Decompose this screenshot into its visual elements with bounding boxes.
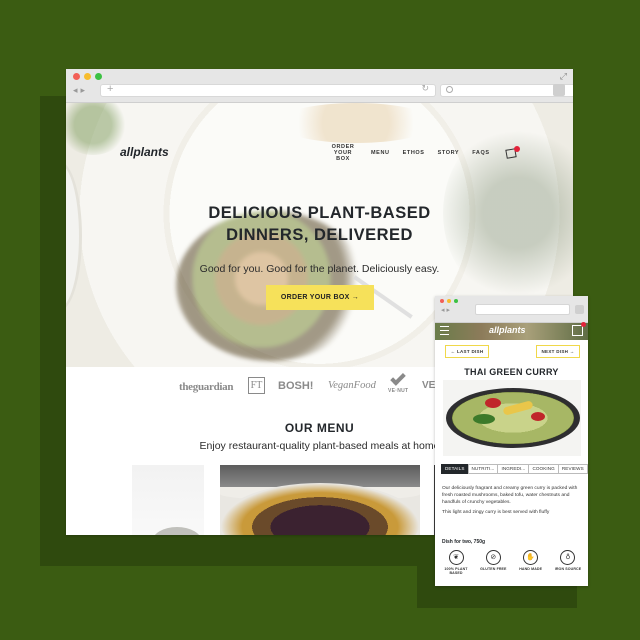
mobile-back-forward-arrows[interactable]: ◂▸ [441,306,452,314]
hamburger-menu-icon[interactable] [440,326,449,335]
herb-garnish [473,414,495,424]
nav-ethos[interactable]: ETHOS [403,150,425,156]
next-dish-button[interactable]: NEXT DISH → [536,345,580,358]
order-your-box-button[interactable]: ORDER YOUR BOX → [266,285,374,310]
mobile-address-bar[interactable] [475,304,570,315]
hero-headline-line1: DELICIOUS PLANT-BASED [208,204,431,222]
badge-label: HAND MADE [519,567,543,571]
menu-dish-tile[interactable] [132,465,204,535]
mobile-browser-window: ◂▸ allplants ← LAST DISH NEXT DISH → THA… [435,296,588,586]
mobile-browser-chrome: ◂▸ [435,296,588,323]
close-window-button[interactable] [73,73,80,80]
hand-icon: ✋ [523,550,539,565]
veganfood-logo: VeganFood [328,380,376,391]
maximize-window-button[interactable] [95,73,102,80]
tab-nutrition[interactable]: NUTRITI... [467,464,499,474]
back-forward-arrows[interactable]: ◂▸ [73,86,88,96]
extension-icon[interactable] [553,84,565,96]
nav-menu[interactable]: MENU [371,150,390,156]
dish-title: THAI GREEN CURRY [464,367,559,377]
bosh-logo: BOSH! [278,380,314,392]
tab-cooking[interactable]: COOKING [528,464,559,474]
vnutrition-logo: VE·NUT [388,370,412,398]
dietary-badges: ❦ 100% PLANT BASED ⊘ GLUTEN FREE ✋ HAND … [441,550,583,575]
site-logo[interactable]: allplants [120,145,169,159]
tab-details[interactable]: DETAILS [441,464,469,474]
wheat-icon: ⊘ [485,550,501,565]
tab-ingredients[interactable]: INGREDI... [497,464,530,474]
badge-hand-made: ✋ HAND MADE [516,550,546,575]
serving-size: Dish for two, 750g [442,539,486,545]
badge-gluten-free: ⊘ GLUTEN FREE [478,550,508,575]
drop-icon: ♁ [560,550,576,565]
tab-reviews[interactable]: REVIEWS [557,464,588,474]
badge-label: 100% PLANT BASED [444,567,468,575]
vnutrition-label: VE·NUT [388,388,409,394]
chili-garnish [531,412,545,421]
address-bar[interactable]: + ↻ [100,83,436,97]
hero-subline: Good for you. Good for the planet. Delic… [199,263,440,275]
main-nav: ORDER YOUR BOX MENU ETHOS STORY FAQS [328,144,520,162]
nav-faqs[interactable]: FAQS [472,150,489,156]
nav-order-line2: YOUR BOX [333,150,353,162]
mobile-minimize-button[interactable] [447,299,451,303]
guardian-logo: theguardian [179,381,234,393]
curry-image [452,392,574,444]
dish-tabs: DETAILS NUTRITI... INGREDI... COOKING RE… [441,464,588,474]
reload-icon[interactable]: ↻ [421,84,429,94]
badge-iron-source: ♁ IRON SOURCE [553,550,583,575]
nav-story[interactable]: STORY [438,150,460,156]
dish-description: Our deliciously fragrant and creamy gree… [442,485,582,519]
badge-label: IRON SOURCE [554,567,582,571]
dish-description-paragraph: Our deliciously fragrant and creamy gree… [442,486,578,505]
hero-grain-decoration [276,103,436,143]
fullscreen-icon[interactable]: ⤢ [560,72,567,82]
chili-garnish [485,398,501,408]
basket-box-icon[interactable] [504,146,520,160]
mobile-maximize-button[interactable] [454,299,458,303]
dish-description-paragraph: This light and zingy curry is best serve… [442,510,550,515]
last-dish-button[interactable]: ← LAST DISH [445,345,489,358]
menu-dish-tile[interactable] [220,465,420,535]
hero-headline: DELICIOUS PLANT-BASED DINNERS, DELIVERED [66,202,573,246]
mobile-basket-icon[interactable] [572,322,586,336]
mobile-close-button[interactable] [440,299,444,303]
badge-plant-based: ❦ 100% PLANT BASED [441,550,471,575]
check-icon [390,370,406,386]
hero-herbs-decoration [66,103,128,155]
basket-badge [513,146,520,152]
nav-order-your-box[interactable]: ORDER YOUR BOX [328,144,358,162]
mobile-window-controls [440,299,458,303]
leaf-icon: ❦ [448,550,464,565]
search-icon [446,86,453,93]
minimize-window-button[interactable] [84,73,91,80]
dish-image [443,380,581,456]
browser-chrome: ⤢ ◂▸ + ↻ [66,69,573,103]
new-tab-icon[interactable]: + [107,83,113,95]
mobile-site-logo[interactable]: allplants [489,325,526,335]
hero-headline-line2: DINNERS, DELIVERED [226,226,413,244]
window-controls [73,73,102,80]
ft-logo: FT [248,377,265,394]
badge-label: GLUTEN FREE [480,567,507,571]
mobile-extension-icon[interactable] [575,305,584,314]
